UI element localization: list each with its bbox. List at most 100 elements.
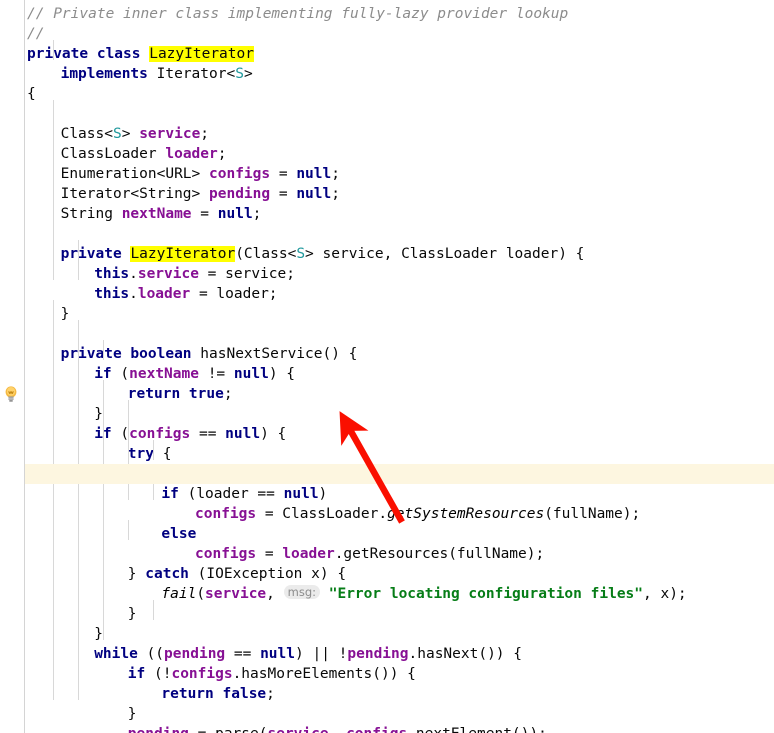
code-token: == (225, 646, 261, 662)
code-line[interactable]: if (nextName != null) { (0, 364, 774, 384)
code-token: = (256, 546, 283, 562)
code-line[interactable]: } (0, 404, 774, 424)
code-line[interactable]: } (0, 304, 774, 324)
code-token: pending (128, 726, 189, 733)
indent-guide (78, 240, 79, 280)
code-line[interactable]: } (0, 704, 774, 724)
code-token: Iterator<String> (60, 186, 209, 202)
occurrence-highlight: LazyIterator (130, 246, 236, 262)
lightbulb-intention-icon[interactable] (2, 385, 20, 403)
code-line[interactable]: if (configs == null) { (0, 424, 774, 444)
code-token: ) || ! (295, 646, 348, 662)
code-token: . (129, 286, 138, 302)
code-token: S (296, 246, 306, 262)
code-token: (IOException x) { (188, 566, 347, 582)
code-line[interactable]: while ((pending == null) || !pending.has… (0, 644, 774, 664)
code-line[interactable]: if (!configs.hasMoreElements()) { (0, 664, 774, 684)
code-token: String (60, 206, 122, 222)
code-token: service (137, 266, 199, 282)
code-line[interactable]: fail(service, msg: "Error locating confi… (0, 584, 774, 604)
code-token: ) { (268, 366, 296, 382)
code-token: ; (331, 166, 340, 182)
code-token: , x); (643, 586, 687, 602)
code-line[interactable]: Enumeration<URL> configs = null; (0, 164, 774, 184)
code-token: implements (60, 66, 157, 82)
code-token: ; (217, 146, 227, 162)
code-token: ; (266, 686, 275, 702)
inline-parameter-hint[interactable]: msg: (283, 585, 320, 599)
code-line[interactable]: else (0, 524, 774, 544)
code-token: service (267, 726, 328, 733)
code-surface[interactable]: // Private inner class implementing full… (0, 0, 774, 733)
code-token: Iterator< (156, 66, 236, 82)
code-token: = parse( (189, 726, 268, 733)
code-token: configs (171, 666, 233, 682)
code-line[interactable]: return false; (0, 684, 774, 704)
code-line[interactable]: private boolean hasNextService() { (0, 344, 774, 364)
code-line[interactable]: Class<S> service; (0, 124, 774, 144)
code-token: = (270, 186, 297, 202)
code-line[interactable]: this.service = service; (0, 264, 774, 284)
code-token: nextName (121, 206, 192, 222)
code-token: configs (195, 546, 257, 562)
code-line[interactable]: // (0, 24, 774, 44)
code-line[interactable] (0, 324, 774, 344)
code-token: Enumeration<URL> (60, 166, 209, 182)
indent-guide (78, 320, 79, 700)
code-line[interactable]: configs = loader.getResources(fullName); (0, 544, 774, 564)
code-token: ; (200, 126, 210, 142)
code-line[interactable]: } (0, 604, 774, 624)
code-token: { (154, 446, 172, 462)
code-line[interactable]: ClassLoader loader; (0, 144, 774, 164)
code-line[interactable]: if (loader == null) (0, 484, 774, 504)
code-line[interactable] (0, 224, 774, 244)
code-token: return true (127, 386, 224, 402)
indent-guide (153, 440, 154, 460)
code-line[interactable]: this.loader = loader; (0, 284, 774, 304)
code-line[interactable]: } catch (IOException x) { (0, 564, 774, 584)
code-line[interactable]: configs = ClassLoader.getSystemResources… (0, 504, 774, 524)
code-token: = ClassLoader. (256, 506, 388, 522)
code-token: } (127, 606, 137, 622)
current-line-highlight (0, 464, 774, 484)
code-line[interactable] (0, 104, 774, 124)
code-token: Class< (60, 126, 113, 142)
code-token: null (233, 366, 269, 382)
code-line[interactable]: String nextName = null; (0, 204, 774, 224)
editor-gutter[interactable] (0, 0, 24, 733)
indent-guide (53, 100, 54, 280)
code-token: null (225, 426, 261, 442)
code-token: .hasMoreElements()) { (232, 666, 416, 682)
code-line[interactable]: private class LazyIterator (0, 44, 774, 64)
indent-guide (103, 380, 104, 640)
code-token: } (60, 306, 70, 322)
code-token: ClassLoader (60, 146, 166, 162)
code-token: ) { (260, 426, 287, 442)
code-token: if (127, 666, 146, 682)
code-line[interactable]: private LazyIterator(Class<S> service, C… (0, 244, 774, 264)
code-line[interactable]: Iterator<String> pending = null; (0, 184, 774, 204)
code-token: loader (282, 546, 335, 562)
code-line[interactable]: { (0, 84, 774, 104)
code-line[interactable]: } (0, 624, 774, 644)
code-token: = loader; (190, 286, 278, 302)
code-token: (! (145, 666, 172, 682)
code-token: ( (111, 366, 130, 382)
code-token: } (127, 566, 146, 582)
code-token: this (94, 266, 130, 282)
code-token: null (283, 486, 319, 502)
indent-guide (103, 340, 104, 360)
code-token: null (296, 186, 332, 202)
code-line[interactable]: pending = parse(service, configs.nextEle… (0, 724, 774, 733)
code-editor[interactable]: // Private inner class implementing full… (0, 0, 774, 733)
code-token: ) (318, 486, 328, 502)
code-token: .getResources(fullName); (334, 546, 545, 562)
code-token: null (217, 206, 253, 222)
code-token: configs (346, 726, 407, 733)
code-line[interactable]: // Private inner class implementing full… (0, 4, 774, 24)
code-line[interactable]: try { (0, 444, 774, 464)
code-line[interactable]: return true; (0, 384, 774, 404)
code-line[interactable]: implements Iterator<S> (0, 64, 774, 84)
indent-guide (53, 300, 54, 700)
